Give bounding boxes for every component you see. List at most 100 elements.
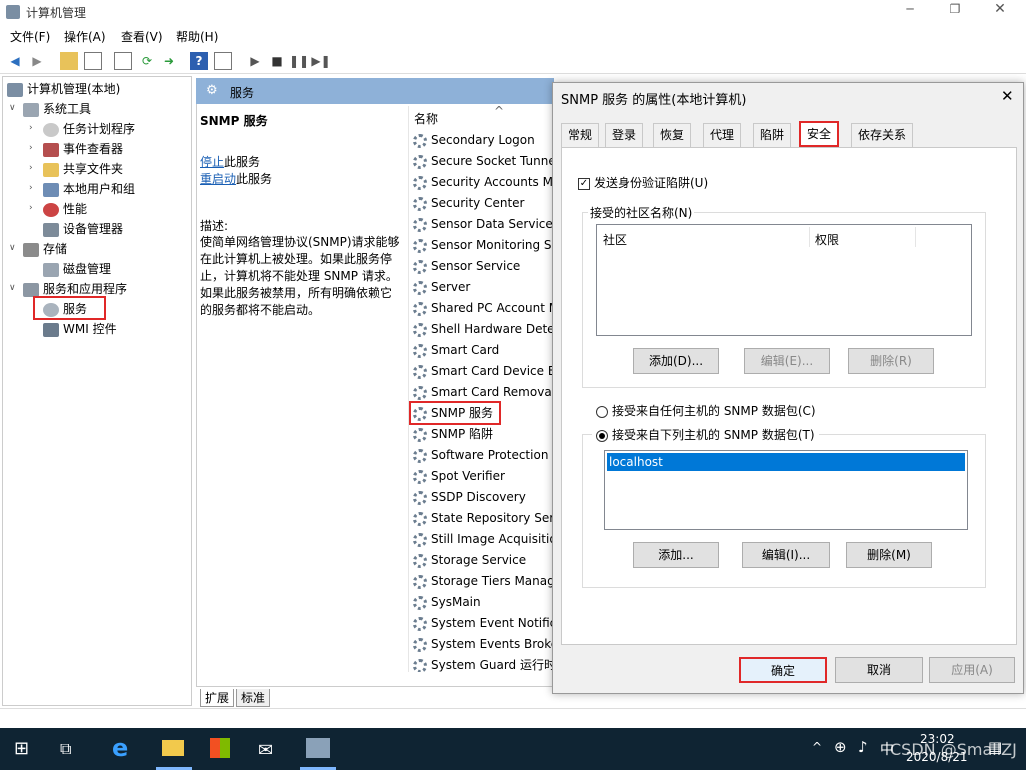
tree-disk-management[interactable]: 磁盘管理 [43, 259, 111, 279]
tab-security[interactable]: 安全 [799, 121, 840, 147]
restart-icon[interactable]: ▶❚ [311, 52, 330, 70]
edge-icon[interactable]: e [112, 734, 128, 762]
tree-system-tools[interactable]: 系统工具 [23, 99, 91, 119]
service-row[interactable]: State Repository Serv [413, 508, 554, 529]
tab-agent[interactable]: 代理 [703, 123, 742, 147]
service-row[interactable]: System Events Broke [413, 634, 554, 655]
mail-icon[interactable]: ✉ [258, 740, 273, 761]
service-row[interactable]: Storage Tiers Manag [413, 571, 554, 592]
add-community-button[interactable]: 添加(D)... [633, 348, 719, 374]
tree-event-viewer[interactable]: 事件查看器 [43, 139, 123, 159]
add-host-button[interactable]: 添加... [633, 542, 719, 568]
host-item[interactable]: localhost [607, 453, 965, 471]
tree-device-manager[interactable]: 设备管理器 [43, 219, 123, 239]
service-row[interactable]: Storage Service [413, 550, 526, 571]
accept-any-host-radio[interactable]: 接受来自任何主机的 SNMP 数据包(C) [596, 402, 816, 419]
service-row[interactable]: Software Protection [413, 445, 548, 466]
properties-icon[interactable] [214, 52, 232, 70]
tab-dependencies[interactable]: 依存关系 [851, 123, 914, 147]
file-explorer-icon[interactable] [162, 740, 184, 756]
remove-host-button[interactable]: 删除(M) [846, 542, 932, 568]
tray-chevron-icon[interactable]: ^ [812, 740, 822, 754]
pause-icon[interactable]: ❚❚ [289, 52, 309, 70]
collapse-icon[interactable]: ∨ [9, 283, 16, 293]
service-row[interactable]: SNMP 陷阱 [413, 424, 493, 445]
menu-action[interactable]: 操作(A) [64, 28, 106, 45]
tab-logon[interactable]: 登录 [605, 123, 644, 147]
expand-icon[interactable]: › [29, 163, 33, 173]
export-icon[interactable] [114, 52, 132, 70]
edit-community-button[interactable]: 编辑(E)... [744, 348, 830, 374]
communities-list[interactable]: 社区 权限 [596, 224, 972, 336]
service-row[interactable]: Smart Card Device Er [413, 361, 554, 382]
refresh-icon[interactable]: ⟳ [138, 52, 156, 70]
service-row[interactable]: Shell Hardware Detec [413, 319, 554, 340]
menu-help[interactable]: 帮助(H) [176, 28, 218, 45]
service-row[interactable]: Shared PC Account M [413, 298, 554, 319]
service-row[interactable]: Sensor Monitoring S [413, 235, 552, 256]
minimize-button[interactable]: ─ [900, 2, 920, 16]
service-row[interactable]: Security Accounts Ma [413, 172, 554, 193]
service-row[interactable]: System Event Notifica [413, 613, 554, 634]
service-row[interactable]: Still Image Acquisitio [413, 529, 554, 550]
edit-host-button[interactable]: 编辑(I)... [742, 542, 830, 568]
service-row[interactable]: SSDP Discovery [413, 487, 526, 508]
forward-icon[interactable]: ▶ [28, 52, 46, 70]
apply-button[interactable]: 应用(A) [929, 657, 1015, 683]
start-icon[interactable]: ▶ [246, 52, 264, 70]
help-icon[interactable]: ? [190, 52, 208, 70]
service-row[interactable]: SysMain [413, 592, 481, 613]
dialog-close-icon[interactable]: ✕ [1001, 87, 1014, 105]
expand-icon[interactable]: › [29, 203, 33, 213]
service-row[interactable]: Secondary Logon [413, 130, 535, 151]
service-row[interactable]: Smart Card [413, 340, 499, 361]
col-rights[interactable]: 权限 [815, 231, 839, 248]
back-icon[interactable]: ◀ [6, 52, 24, 70]
tree-task-scheduler[interactable]: 任务计划程序 [43, 119, 135, 139]
volume-icon[interactable]: ♪ [858, 738, 868, 756]
tree-performance[interactable]: 性能 [43, 199, 87, 219]
store-icon[interactable] [210, 738, 230, 758]
menu-file[interactable]: 文件(F) [10, 28, 50, 45]
hosts-list[interactable]: localhost [604, 450, 968, 530]
stop-icon[interactable]: ■ [268, 52, 286, 70]
close-button[interactable]: ✕ [990, 1, 1010, 17]
network-icon[interactable]: ⊕ [834, 738, 847, 756]
tree-local-users[interactable]: 本地用户和组 [43, 179, 135, 199]
stop-service-link[interactable]: 停止 [200, 155, 224, 169]
tab-extended[interactable]: 扩展 [200, 689, 235, 707]
expand-icon[interactable]: › [29, 183, 33, 193]
show-hide-tree-icon[interactable] [84, 52, 102, 70]
start-button[interactable]: ⊞ [14, 738, 36, 760]
ok-button[interactable]: 确定 [739, 657, 827, 683]
notification-icon[interactable]: ▤ [988, 738, 1002, 756]
expand-icon[interactable]: › [29, 143, 33, 153]
tree-root[interactable]: 计算机管理(本地) [7, 79, 120, 99]
service-row[interactable]: Spot Verifier [413, 466, 505, 487]
up-folder-icon[interactable] [60, 52, 78, 70]
collapse-icon[interactable]: ∨ [9, 243, 16, 253]
computer-management-icon[interactable] [306, 738, 330, 758]
service-row[interactable]: Smart Card Removal [413, 382, 554, 403]
service-row[interactable]: System Guard 运行时 [413, 655, 554, 672]
tree-shared-folders[interactable]: 共享文件夹 [43, 159, 123, 179]
tree-storage[interactable]: 存储 [23, 239, 67, 259]
col-community[interactable]: 社区 [603, 231, 627, 248]
tab-traps[interactable]: 陷阱 [753, 123, 792, 147]
collapse-icon[interactable]: ∨ [9, 103, 16, 113]
tree-wmi[interactable]: WMI 控件 [43, 319, 117, 339]
maximize-button[interactable]: ❐ [945, 2, 965, 16]
accept-these-hosts-radio[interactable]: 接受来自下列主机的 SNMP 数据包(T) [592, 426, 819, 443]
tab-standard[interactable]: 标准 [236, 689, 271, 707]
expand-icon[interactable]: › [29, 123, 33, 133]
task-view-icon[interactable]: ⧉ [60, 739, 71, 759]
service-row[interactable]: Secure Socket Tunne [413, 151, 554, 172]
tab-general[interactable]: 常规 [561, 123, 600, 147]
restart-service-link[interactable]: 重启动 [200, 172, 236, 186]
cancel-button[interactable]: 取消 [835, 657, 923, 683]
service-row[interactable]: Server [413, 277, 470, 298]
menu-view[interactable]: 查看(V) [121, 28, 163, 45]
service-row[interactable]: Sensor Service [413, 256, 520, 277]
tab-recovery[interactable]: 恢复 [653, 123, 692, 147]
export-list-icon[interactable]: ➜ [160, 52, 178, 70]
